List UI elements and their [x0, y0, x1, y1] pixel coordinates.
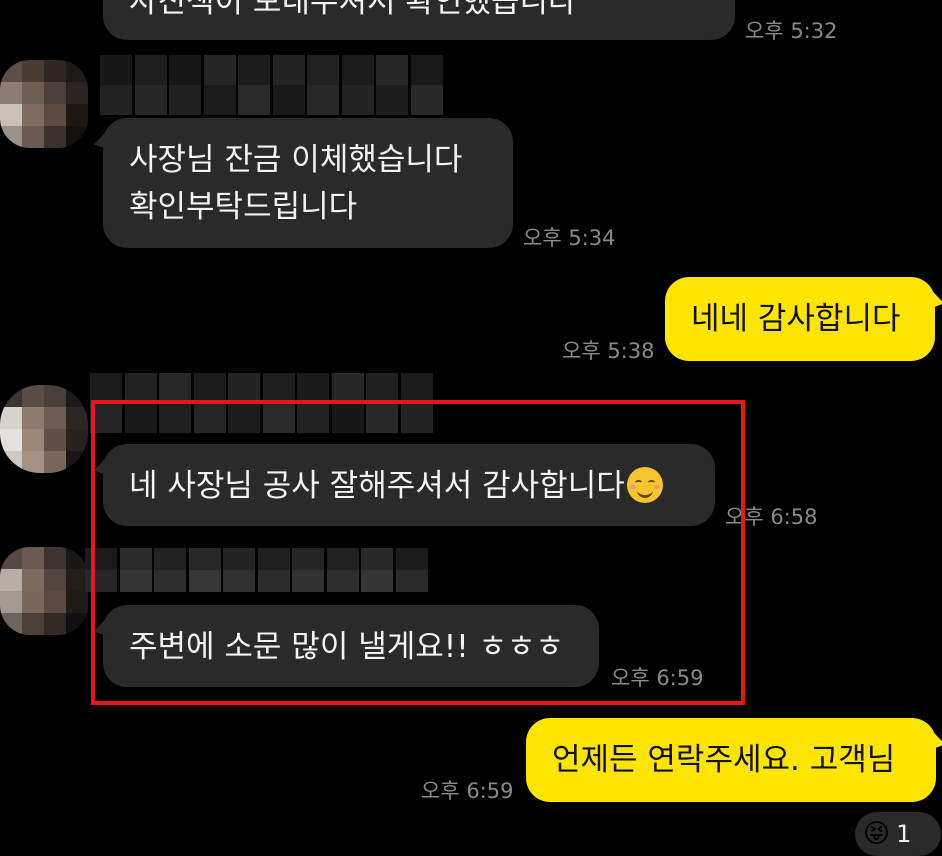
chat-view: 사진색이 보내주셔서 확인했습니다 오후 5:32 사장님 잔금 이체했습니다 … — [0, 0, 942, 856]
message-bubble-outgoing[interactable]: 네네 감사합니다 — [665, 277, 935, 361]
message-time: 오후 6:59 — [421, 779, 514, 803]
avatar[interactable] — [0, 60, 88, 148]
avatar[interactable] — [0, 547, 88, 635]
message-text: 네네 감사합니다 — [691, 301, 901, 337]
sender-name-blurred — [100, 55, 445, 115]
message-bubble-incoming[interactable]: 사진색이 보내주셔서 확인했습니다 — [103, 0, 735, 40]
laughing-face-icon: 😝 — [863, 819, 891, 849]
message-time: 오후 5:32 — [745, 19, 838, 43]
avatar[interactable] — [0, 385, 88, 473]
reaction-chip[interactable]: 😝 1 — [855, 812, 941, 856]
message-text-line: 확인부탁드립니다 — [129, 189, 358, 225]
message-text-line: 사장님 잔금 이체했습니다 — [129, 142, 463, 178]
highlight-box — [91, 400, 745, 705]
message-time: 오후 5:38 — [562, 339, 655, 363]
message-time: 오후 5:34 — [523, 226, 616, 250]
reaction-count: 1 — [896, 820, 912, 848]
message-bubble-incoming[interactable]: 사장님 잔금 이체했습니다 확인부탁드립니다 — [103, 118, 513, 248]
message-text: 사진색이 보내주셔서 확인했습니다 — [129, 0, 577, 20]
message-bubble-outgoing[interactable]: 언제든 연락주세요. 고객님 — [526, 718, 936, 802]
message-text: 언제든 연락주세요. 고객님 — [552, 742, 896, 778]
